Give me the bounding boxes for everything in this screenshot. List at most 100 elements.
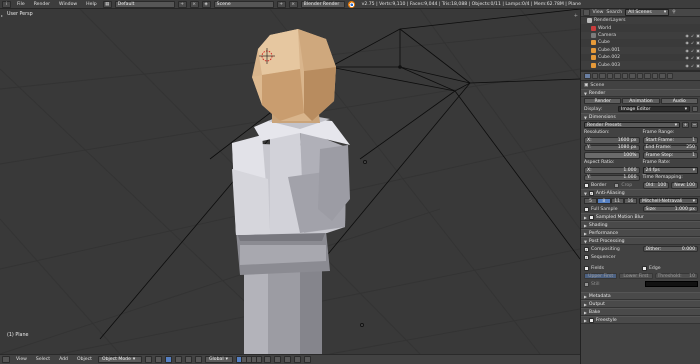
cursor-select-icon[interactable]: ➹	[691, 33, 694, 38]
dither-field[interactable]: Dither: 0.000	[642, 245, 698, 253]
upper-first-button[interactable]: Upper First	[584, 272, 618, 280]
outliner-item[interactable]: Cube.001 ◉ ➹ ▣	[581, 46, 700, 54]
fields-checkbox[interactable]	[584, 265, 589, 271]
menu-object[interactable]: Object	[74, 357, 95, 362]
layout-icon[interactable]: ▦	[102, 0, 112, 8]
editor-type-icon[interactable]	[2, 356, 10, 363]
camera-render-icon[interactable]: ▣	[696, 40, 700, 45]
cursor-select-icon[interactable]: ➹	[691, 63, 694, 68]
scene-selector[interactable]: Scene	[213, 0, 274, 8]
panel-metadata-header[interactable]: ▶ Metadata	[581, 292, 700, 300]
panel-shading-header[interactable]: ▶ Shading	[581, 221, 700, 229]
panel-bake-header[interactable]: ▶ Bake	[581, 308, 700, 316]
eye-icon[interactable]: ◉	[685, 55, 689, 60]
aa-samples-11[interactable]: 11	[610, 197, 624, 205]
toolshelf-toggle-icon[interactable]: ▸	[1, 13, 5, 19]
compositing-checkbox[interactable]	[584, 246, 589, 252]
outliner-menu-view[interactable]: View	[593, 10, 604, 15]
display-selector[interactable]: Image Editor ▾	[618, 105, 690, 113]
motion-blur-checkbox[interactable]	[588, 214, 594, 220]
tab-particles[interactable]	[659, 72, 666, 80]
render-button[interactable]: Render	[584, 97, 622, 105]
menu-window[interactable]: Window	[56, 2, 80, 7]
lock-interface-icon[interactable]	[692, 105, 698, 113]
menu-render[interactable]: Render	[31, 2, 53, 7]
resolution-x-field[interactable]: X: 1600 px	[584, 137, 640, 144]
aa-samples-8[interactable]: 8	[597, 197, 611, 205]
panel-post-processing-header[interactable]: ▼ Post Processing	[581, 237, 700, 245]
outliner-item[interactable]: RenderLayers	[581, 17, 700, 25]
threshold-field[interactable]: Threshold: 10	[654, 272, 698, 280]
aa-samples-5[interactable]: 5	[584, 197, 598, 205]
render-animation-icon[interactable]	[303, 356, 311, 363]
camera-render-icon[interactable]: ▣	[696, 55, 700, 60]
time-old-field[interactable]: Old: 100	[642, 182, 670, 189]
outliner-item[interactable]: Cube.002 ◉ ➹ ▣	[581, 54, 700, 61]
transform-orientation-selector[interactable]: Global ▾	[204, 356, 233, 363]
sequencer-checkbox[interactable]	[584, 254, 589, 260]
add-preset-button[interactable]: +	[682, 121, 689, 129]
cursor-select-icon[interactable]: ➹	[691, 40, 694, 45]
pivot-selector[interactable]	[154, 356, 162, 363]
camera-render-icon[interactable]: ▣	[696, 63, 700, 68]
visibility-toggles[interactable]: ◉ ➹ ▣	[685, 63, 700, 68]
time-new-field[interactable]: New: 100	[671, 182, 698, 189]
menu-select[interactable]: Select	[33, 357, 53, 362]
camera-render-icon[interactable]: ▣	[696, 33, 700, 38]
cursor-select-icon[interactable]: ➹	[691, 48, 694, 53]
layout-close-button[interactable]: ×	[189, 0, 199, 8]
tab-texture[interactable]	[651, 72, 658, 80]
menu-view[interactable]: View	[13, 357, 30, 362]
aa-size-field[interactable]: Size: 1.000 px	[642, 205, 698, 213]
visibility-toggles[interactable]: ◉ ➹ ▣	[685, 55, 700, 60]
search-icon[interactable]: ⚲	[672, 10, 675, 15]
outliner-editor-icon[interactable]	[583, 9, 590, 16]
properties-region-toggle-icon[interactable]: +	[574, 13, 578, 19]
visibility-toggles[interactable]: ◉ ➹ ▣	[685, 48, 700, 53]
aa-filter-selector[interactable]: Mitchell-Netravali ▾	[639, 197, 698, 205]
eye-icon[interactable]: ◉	[685, 48, 689, 53]
tab-modifiers[interactable]	[629, 72, 636, 80]
panel-motion-blur-header[interactable]: ▶ Sampled Motion Blur	[581, 213, 700, 221]
start-frame-field[interactable]: Start Frame: 1	[642, 137, 698, 144]
edge-color-swatch[interactable]	[644, 280, 698, 288]
frame-rate-selector[interactable]: 24 fps ▾	[642, 167, 698, 174]
remove-preset-button[interactable]: −	[691, 121, 698, 129]
resolution-y-field[interactable]: Y: 1080 px	[584, 144, 640, 151]
manipulator-scale[interactable]	[194, 356, 202, 363]
tab-world[interactable]	[606, 72, 613, 80]
camera-render-icon[interactable]: ▣	[696, 48, 700, 53]
anti-aliasing-checkbox[interactable]	[588, 190, 594, 196]
outliner-item[interactable]: Camera ◉ ➹ ▣	[581, 31, 700, 40]
layout-add-button[interactable]: +	[177, 0, 187, 8]
eye-icon[interactable]: ◉	[685, 40, 689, 45]
menu-help[interactable]: Help	[83, 2, 99, 7]
audio-button[interactable]: Audio	[660, 97, 698, 105]
layout-selector[interactable]: Default	[114, 0, 175, 8]
snap-element-icon[interactable]	[283, 356, 291, 363]
animation-button[interactable]: Animation	[622, 97, 660, 105]
cursor-select-icon[interactable]: ➹	[691, 55, 694, 60]
eye-icon[interactable]: ◉	[685, 33, 689, 38]
aspect-x-field[interactable]: X: 1.000	[584, 167, 640, 174]
tab-material[interactable]	[644, 72, 651, 80]
still-checkbox[interactable]	[584, 281, 589, 287]
outliner-item[interactable]: Cube ◉ ➹ ▣	[581, 39, 700, 46]
scene-icon[interactable]: ◈	[201, 0, 211, 8]
panel-anti-aliasing-header[interactable]: ▼ Anti-Aliasing	[581, 189, 700, 197]
frame-step-field[interactable]: Frame Step: 1	[642, 152, 698, 159]
render-presets-selector[interactable]: Render Presets ▾	[584, 121, 680, 129]
scene-close-button[interactable]: ×	[288, 0, 298, 8]
lock-layers-icon[interactable]	[263, 356, 271, 363]
mode-selector[interactable]: Object Mode ▾	[97, 356, 142, 363]
scene-add-button[interactable]: +	[276, 0, 286, 8]
tab-render-layers[interactable]	[591, 72, 598, 80]
outliner-item[interactable]: Cube.003 ◉ ➹ ▣	[581, 61, 700, 69]
layer-button[interactable]	[255, 356, 262, 363]
border-checkbox[interactable]	[584, 182, 589, 188]
aspect-y-field[interactable]: Y: 1.000	[584, 174, 640, 181]
outliner-item[interactable]: World	[581, 24, 700, 31]
outliner-filter-selector[interactable]: All Scenes ▾	[625, 9, 670, 16]
tab-physics[interactable]	[666, 72, 673, 80]
manipulator-translate[interactable]	[174, 356, 182, 363]
